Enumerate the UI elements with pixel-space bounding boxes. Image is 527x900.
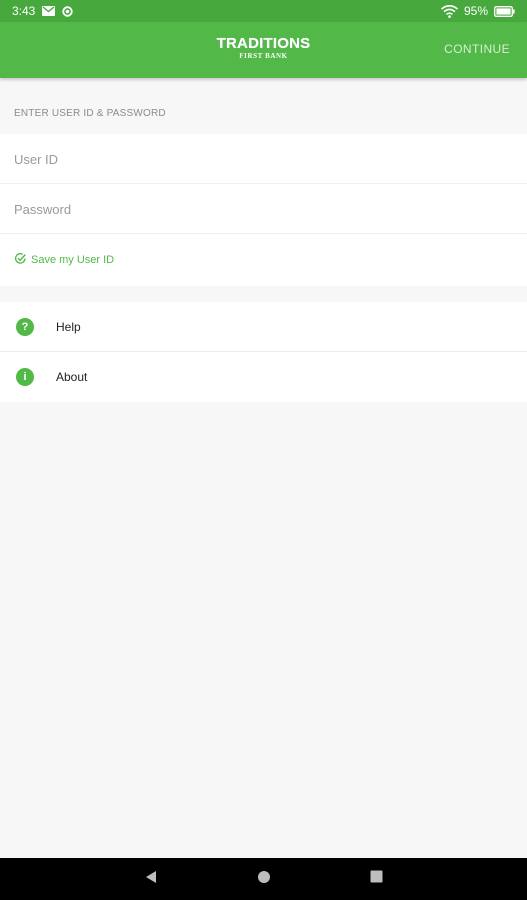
login-section-header: ENTER USER ID & PASSWORD [14,108,166,119]
back-button[interactable] [131,858,171,900]
menu-item-about-label: About [56,370,88,384]
user-id-field[interactable] [14,134,514,184]
menu-item-help[interactable]: ? Help [0,302,527,352]
home-button[interactable] [244,858,284,900]
home-icon [257,870,271,889]
recents-button[interactable] [356,858,396,900]
user-id-row [0,134,527,184]
login-form: Save my User ID [0,134,527,286]
password-field[interactable] [14,184,514,234]
status-time: 3:43 [12,4,36,18]
wifi-icon [440,4,458,18]
password-row [0,184,527,234]
navigation-bar [0,858,527,900]
help-icon: ? [16,317,34,336]
status-bar-right: 95% [440,4,515,18]
status-bar-left: 3:43 [12,4,74,18]
recents-icon [370,870,383,888]
save-user-id-label: Save my User ID [31,254,115,266]
continue-button[interactable]: CONTINUE [444,42,510,56]
circle-notification-icon [62,5,74,17]
mail-icon [42,6,56,16]
menu-list: ? Help i About [0,302,527,402]
battery-icon [494,5,515,17]
battery-percent: 95% [463,4,488,18]
back-icon [144,870,158,889]
info-icon: i [16,368,34,386]
app-bar: TRADITIONS FIRST BANK CONTINUE [0,22,527,78]
check-circle-icon [14,252,27,268]
save-user-id-toggle[interactable]: Save my User ID [14,234,114,286]
menu-item-about[interactable]: i About [0,352,527,402]
menu-item-help-label: Help [56,319,81,334]
status-bar: 3:43 95% [0,0,527,22]
